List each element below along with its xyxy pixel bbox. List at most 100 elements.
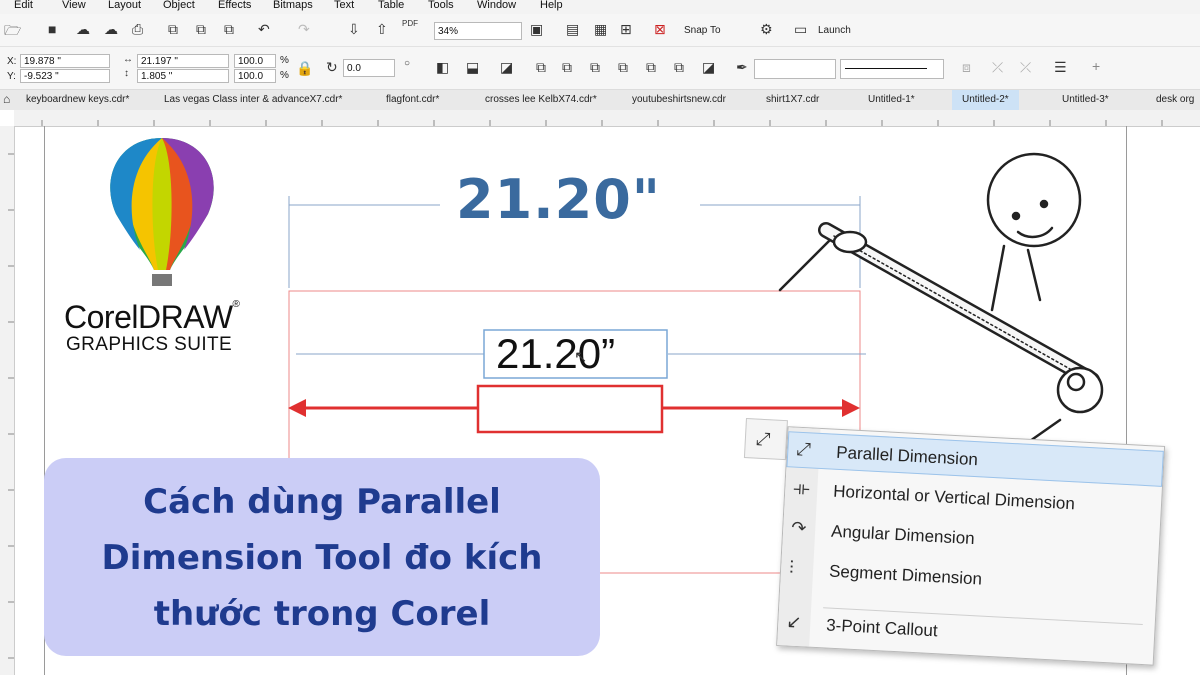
- align-icon[interactable]: ☰: [1054, 60, 1067, 74]
- redo-icon[interactable]: ↷: [298, 22, 310, 36]
- tab-crosses-lee[interactable]: crosses lee KelbX74.cdr*: [485, 94, 597, 105]
- export-icon[interactable]: ⇧: [376, 22, 388, 36]
- degree-icon: ○: [404, 58, 411, 69]
- small-dimension-label[interactable]: 21.20”: [496, 330, 615, 378]
- menu-view[interactable]: View: [62, 0, 86, 11]
- print-icon[interactable]: ⎙: [132, 22, 143, 36]
- width-field[interactable]: 21.197 ": [137, 54, 229, 68]
- simplify-icon[interactable]: ⧉: [618, 60, 628, 74]
- dimension-tool-flyout: ⤢ ⤢ Parallel Dimension ⟛ Horizontal or V…: [733, 418, 1185, 681]
- options-gear-icon[interactable]: ⚙: [760, 22, 773, 36]
- boundary-icon[interactable]: ◪: [702, 60, 715, 74]
- intersect-icon[interactable]: ⧉: [590, 60, 600, 74]
- segment-dimension-icon: ⫶: [788, 557, 795, 578]
- home-icon[interactable]: ⌂: [3, 93, 10, 105]
- tab-untitled-1[interactable]: Untitled-1*: [868, 94, 915, 105]
- snap-off-icon[interactable]: ⊠: [654, 22, 666, 36]
- height-field[interactable]: 1.805 ": [137, 69, 229, 83]
- zoom-fit-icon[interactable]: ▣: [530, 22, 543, 36]
- menu-help[interactable]: Help: [540, 0, 563, 11]
- menu-edit[interactable]: Edit: [14, 0, 33, 11]
- percent-x-label: %: [280, 55, 289, 66]
- cloud-download-icon[interactable]: ☁: [104, 22, 118, 36]
- launch-dropdown[interactable]: Launch: [818, 25, 851, 36]
- tab-shirt1x7[interactable]: shirt1X7.cdr: [766, 94, 819, 105]
- tab-desk-org[interactable]: desk org: [1156, 94, 1194, 105]
- brand-name: CorelDRAW®: [64, 299, 240, 335]
- undo-icon[interactable]: ↶: [258, 22, 270, 36]
- big-dimension-label: 21.20": [456, 168, 661, 231]
- horizontal-vertical-dimension-icon: ⟛: [792, 477, 811, 499]
- menu-table[interactable]: Table: [378, 0, 404, 11]
- lock-ratio-icon[interactable]: 🔒: [296, 61, 313, 75]
- trim-icon[interactable]: ⧉: [562, 60, 572, 74]
- red-arrow-right: [842, 399, 860, 417]
- full-screen-icon[interactable]: ▤: [566, 22, 579, 36]
- tab-youtubeshirtsnew[interactable]: youtubeshirtsnew.cdr: [632, 94, 726, 105]
- menu-item-three-point-callout[interactable]: ↙ 3-Point Callout: [777, 605, 1154, 661]
- headline-line-1: Cách dùng Parallel: [143, 482, 501, 522]
- three-point-callout-icon: ↙: [785, 611, 803, 633]
- weld-icon[interactable]: ⧉: [536, 60, 546, 74]
- back-minus-front-icon[interactable]: ⧉: [674, 60, 684, 74]
- flyout-menu: ⤢ Parallel Dimension ⟛ Horizontal or Ver…: [776, 426, 1166, 666]
- open-icon[interactable]: 🗁: [4, 23, 21, 37]
- scale-x-field[interactable]: 100.0: [234, 54, 276, 68]
- menu-item-label: 3-Point Callout: [825, 615, 939, 641]
- cloud-upload-icon[interactable]: ☁: [76, 22, 90, 36]
- registered-mark: ®: [232, 299, 240, 310]
- outline-width-dropdown[interactable]: [754, 59, 836, 79]
- tab-las-vegas-class[interactable]: Las vegas Class inter & advanceX7.cdr*: [164, 94, 342, 105]
- launch-icon[interactable]: ▭: [794, 22, 807, 36]
- scale-y-field[interactable]: 100.0: [234, 69, 276, 83]
- paste-icon[interactable]: ⧉: [224, 22, 234, 36]
- mouse-cursor-icon: ↖: [574, 349, 588, 366]
- combine-icon[interactable]: ⤫: [992, 60, 1003, 74]
- tab-untitled-2[interactable]: Untitled-2*: [952, 90, 1019, 110]
- headline-line-2: Dimension Tool đo kích: [101, 538, 543, 578]
- convert-icon[interactable]: ⤫: [1020, 60, 1031, 74]
- snap-to-dropdown[interactable]: Snap To: [684, 25, 721, 36]
- pdf-icon[interactable]: PDF: [402, 20, 418, 28]
- tab-keyboardnew-keys[interactable]: keyboardnew keys.cdr*: [26, 94, 129, 105]
- menu-tools[interactable]: Tools: [428, 0, 454, 11]
- pen-outline-icon[interactable]: ✒: [736, 60, 748, 74]
- break-apart-icon[interactable]: ⧈: [962, 60, 971, 74]
- copy-icon[interactable]: ⧉: [196, 22, 206, 36]
- x-label: X:: [7, 56, 17, 67]
- property-bar: X: 19.878 " Y: -9.523 " ↔ 21.197 " ↕ 1.8…: [0, 47, 1200, 90]
- y-position-field[interactable]: -9.523 ": [20, 69, 110, 83]
- menu-layout[interactable]: Layout: [108, 0, 141, 11]
- menu-text[interactable]: Text: [334, 0, 354, 11]
- cut-icon[interactable]: ⧉: [168, 22, 178, 36]
- menu-item-label: Parallel Dimension: [835, 442, 979, 470]
- menu-effects[interactable]: Effects: [218, 0, 251, 11]
- vertical-ruler[interactable]: [0, 126, 15, 675]
- tab-flagfont[interactable]: flagfont.cdr*: [386, 94, 439, 105]
- add-icon[interactable]: +: [1092, 59, 1100, 73]
- group-icon[interactable]: ◪: [500, 60, 513, 74]
- red-center-box: [476, 384, 664, 434]
- rotation-angle-field[interactable]: 0.0: [343, 59, 395, 77]
- mirror-vertical-icon[interactable]: ⬓: [466, 60, 479, 74]
- headline-line-3: thước trong Corel: [153, 594, 491, 634]
- zoom-level-field[interactable]: 34%: [434, 22, 522, 40]
- horizontal-ruler[interactable]: [14, 110, 1200, 127]
- line-style-dropdown[interactable]: [840, 59, 944, 79]
- menu-window[interactable]: Window: [477, 0, 516, 11]
- mirror-horizontal-icon[interactable]: ◧: [436, 60, 449, 74]
- guidelines-icon[interactable]: ⊞: [620, 22, 632, 36]
- save-icon[interactable]: ■: [48, 22, 56, 36]
- menu-bitmaps[interactable]: Bitmaps: [273, 0, 313, 11]
- grid-icon[interactable]: ▦: [594, 22, 607, 36]
- dimension-tool-button[interactable]: ⤢: [743, 418, 788, 461]
- standard-toolbar: 🗁 ■ ☁ ☁ ⎙ ⧉ ⧉ ⧉ ↶ ↷ ⇩ ⇧ PDF 34% ▣ ▤ ▦ ⊞ …: [0, 14, 1200, 47]
- menu-item-label: Horizontal or Vertical Dimension: [832, 481, 1076, 514]
- import-icon[interactable]: ⇩: [348, 22, 360, 36]
- menu-object[interactable]: Object: [163, 0, 195, 11]
- headline-card: Cách dùng Parallel Dimension Tool đo kíc…: [44, 458, 600, 656]
- x-position-field[interactable]: 19.878 ": [20, 54, 110, 68]
- front-minus-back-icon[interactable]: ⧉: [646, 60, 656, 74]
- tab-untitled-3[interactable]: Untitled-3*: [1062, 94, 1109, 105]
- coreldraw-balloon-logo: [110, 138, 214, 286]
